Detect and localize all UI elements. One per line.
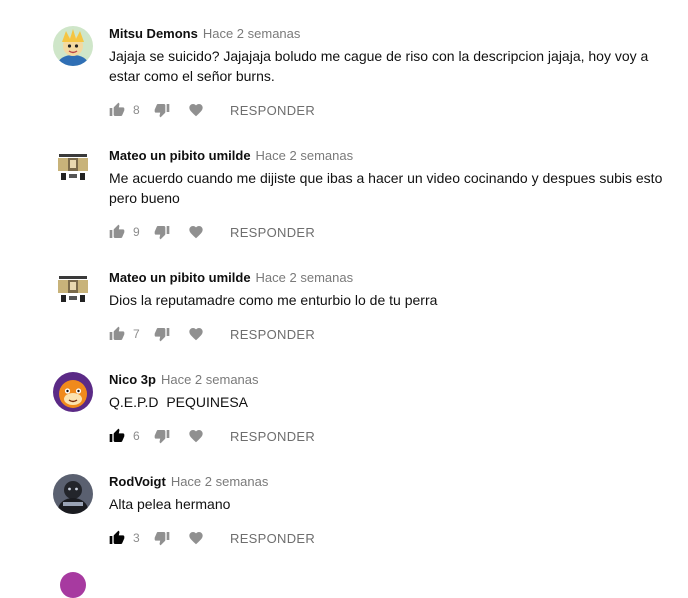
heart-button[interactable] [188,530,204,546]
comment-timestamp[interactable]: Hace 2 semanas [203,26,301,41]
pixel-art-icon [53,148,93,188]
thumb-up-icon [109,224,125,238]
comment-header: Nico 3p Hace 2 semanas [109,372,259,388]
like-button[interactable] [109,326,125,342]
heart-icon [189,532,203,545]
dislike-button[interactable] [154,326,170,342]
thumb-down-icon [154,532,170,546]
cartoon-character-icon [53,26,93,66]
avatar[interactable] [53,148,93,188]
comment-action-bar: 6 RESPONDER [109,426,315,446]
comment-author[interactable]: RodVoigt [109,474,166,489]
heart-icon [189,104,203,117]
heart-button[interactable] [188,428,204,444]
like-count: 9 [133,225,140,239]
comment-text: Me acuerdo cuando me dijiste que ibas a … [109,170,663,206]
dislike-button[interactable] [154,530,170,546]
comment-header: Mitsu Demons Hace 2 semanas [109,26,300,42]
thumb-up-icon [109,428,125,442]
reply-button[interactable]: RESPONDER [230,103,315,118]
like-button[interactable] [109,530,125,546]
comment-action-bar: 9 RESPONDER [109,222,315,242]
reply-button[interactable]: RESPONDER [230,429,315,444]
like-count: 7 [133,327,140,341]
comment-timestamp[interactable]: Hace 2 semanas [171,474,269,489]
comment-action-bar: 7 RESPONDER [109,324,315,344]
comment-text: Jajaja se suicido? Jajajaja boludo me ca… [109,48,649,84]
thumb-up-icon [109,326,125,340]
heart-button[interactable] [188,102,204,118]
comment-header: Mateo un pibito umilde Hace 2 semanas [109,148,353,164]
comment-timestamp[interactable]: Hace 2 semanas [256,270,354,285]
avatar[interactable] [60,572,86,598]
reply-button[interactable]: RESPONDER [230,531,315,546]
comment-header: Mateo un pibito umilde Hace 2 semanas [109,270,353,286]
avatar[interactable] [53,372,93,412]
thumb-down-icon [154,226,170,240]
comment-text: Q.E.P.D PEQUINESA [109,394,249,410]
heart-icon [189,226,203,239]
thumb-down-icon [154,328,170,342]
like-button[interactable] [109,428,125,444]
like-button[interactable] [109,224,125,240]
heart-icon [189,328,203,341]
thumb-down-icon [154,430,170,444]
thumb-up-icon [109,530,125,544]
dark-figure-icon [53,474,93,514]
like-count: 8 [133,103,140,117]
comment-text: Dios la reputamadre como me enturbio lo … [109,292,438,308]
comment-action-bar: 3 RESPONDER [109,528,315,548]
orange-character-icon [53,372,93,412]
like-button[interactable] [109,102,125,118]
like-count: 6 [133,429,140,443]
dislike-button[interactable] [154,102,170,118]
heart-icon [189,430,203,443]
like-count: 3 [133,531,140,545]
comment-timestamp[interactable]: Hace 2 semanas [161,372,259,387]
heart-button[interactable] [188,224,204,240]
comment-author[interactable]: Mateo un pibito umilde [109,270,251,285]
pixel-art-icon [53,270,93,310]
dislike-button[interactable] [154,224,170,240]
avatar[interactable] [53,26,93,66]
comment-author[interactable]: Mitsu Demons [109,26,198,41]
comment-author[interactable]: Mateo un pibito umilde [109,148,251,163]
reply-button[interactable]: RESPONDER [230,225,315,240]
comment-timestamp[interactable]: Hace 2 semanas [256,148,354,163]
comment-text: Alta pelea hermano [109,496,231,512]
reply-button[interactable]: RESPONDER [230,327,315,342]
dislike-button[interactable] [154,428,170,444]
heart-button[interactable] [188,326,204,342]
comment-action-bar: 8 RESPONDER [109,100,315,120]
thumb-up-icon [109,102,125,116]
comment-header: RodVoigt Hace 2 semanas [109,474,268,490]
comment-author[interactable]: Nico 3p [109,372,156,387]
thumb-down-icon [154,104,170,118]
avatar[interactable] [53,474,93,514]
avatar[interactable] [53,270,93,310]
